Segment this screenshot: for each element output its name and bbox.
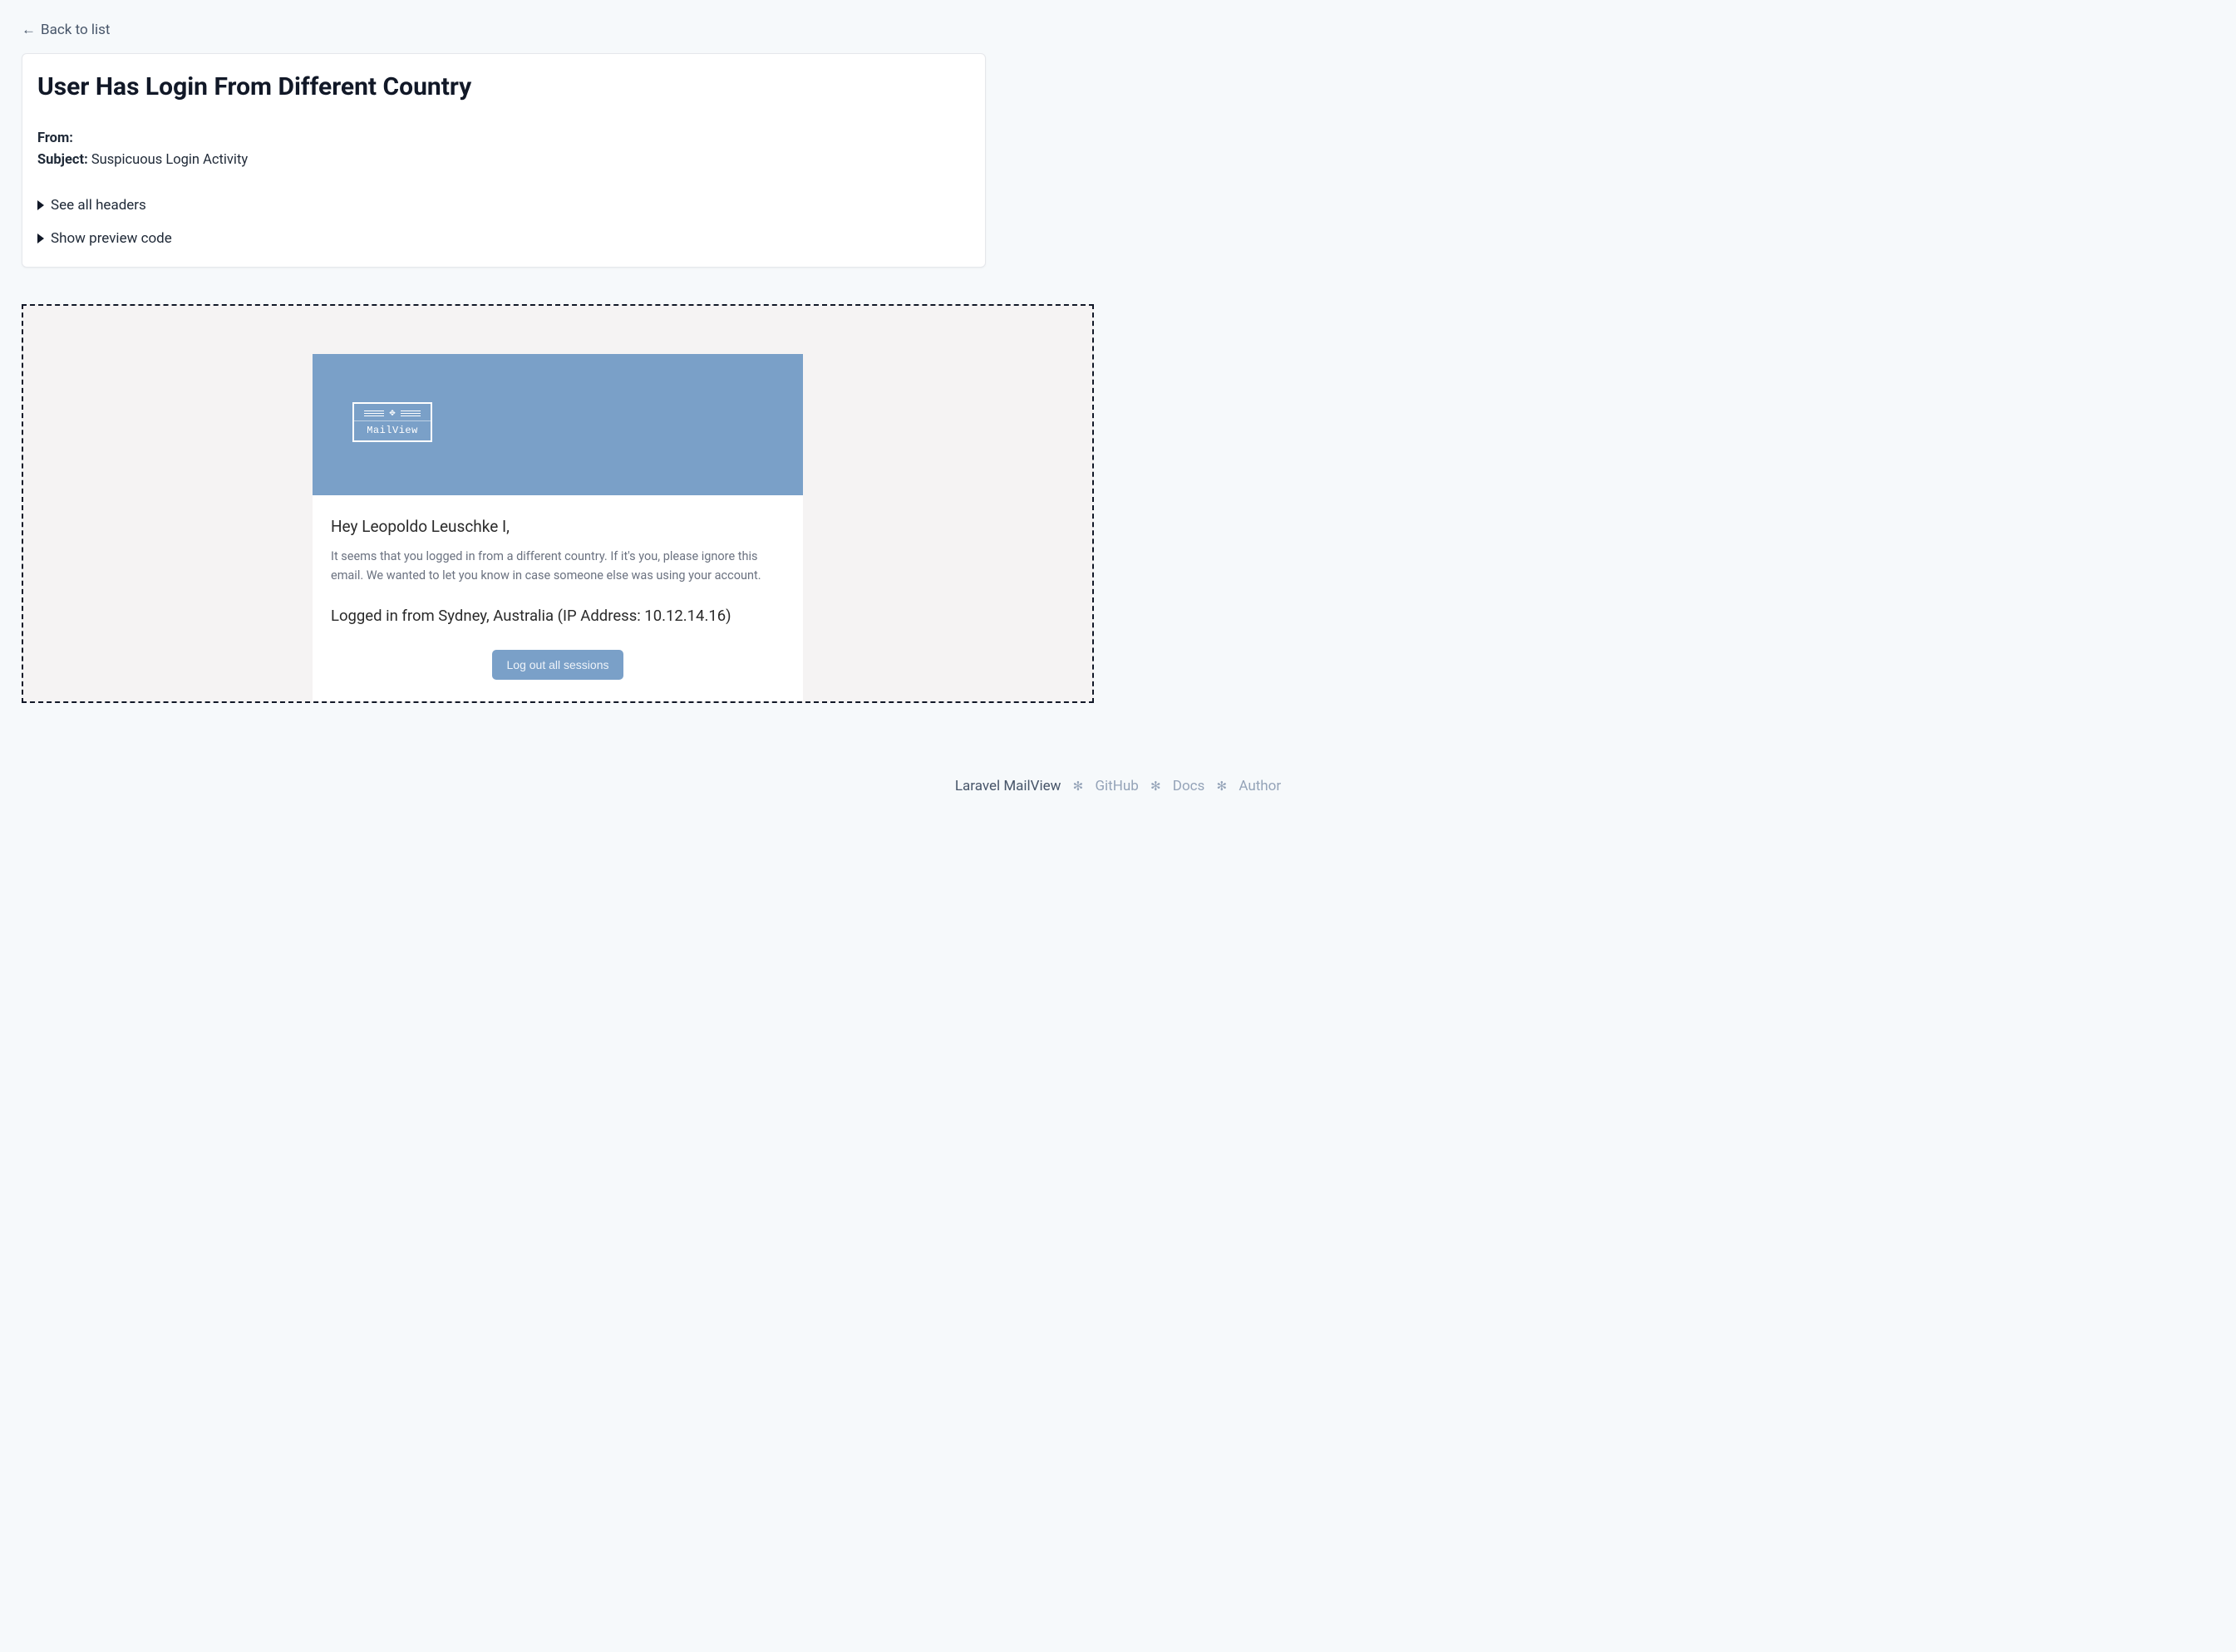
triangle-right-icon [37,234,44,243]
email-header: ✥ MailView [313,354,803,495]
separator-icon: ✻ [1073,779,1084,794]
see-all-headers-toggle[interactable]: See all headers [37,197,970,214]
subject-label: Subject: [37,152,88,168]
arrow-left-icon: ← [22,22,36,38]
email-preview-frame: ✥ MailView Hey Leopoldo Leuschke I, It s… [22,304,1094,703]
email-paragraph: It seems that you logged in from a diffe… [331,548,785,585]
logo-mark-icon: ✥ [389,408,395,418]
email-container: ✥ MailView Hey Leopoldo Leuschke I, It s… [313,354,803,703]
triangle-right-icon [37,200,44,210]
show-code-label: Show preview code [51,230,172,247]
footer-link-docs[interactable]: Docs [1173,778,1205,794]
see-headers-label: See all headers [51,197,146,214]
show-preview-code-toggle[interactable]: Show preview code [37,230,970,247]
separator-icon: ✻ [1217,779,1228,794]
footer-link-github[interactable]: GitHub [1095,778,1138,794]
mail-detail-card: User Has Login From Different Country Fr… [22,53,986,268]
footer-link-author[interactable]: Author [1239,778,1281,794]
logo-lines-left-icon [364,409,384,418]
email-login-info: Logged in from Sydney, Australia (IP Add… [331,607,785,625]
logo-text: MailView [354,420,431,436]
page-footer: Laravel MailView ✻ GitHub ✻ Docs ✻ Autho… [22,778,2214,811]
email-body: Hey Leopoldo Leuschke I, It seems that y… [313,495,803,703]
footer-brand: Laravel MailView [955,778,1061,794]
subject-value: Suspicuous Login Activity [91,152,248,168]
back-to-list-link[interactable]: ← Back to list [22,22,110,38]
email-greeting: Hey Leopoldo Leuschke I, [331,517,785,536]
back-label: Back to list [41,22,110,38]
separator-icon: ✻ [1150,779,1161,794]
logo-lines-right-icon [401,409,421,418]
from-label: From: [37,130,73,146]
mail-meta: From: Subject: Suspicuous Login Activity [37,128,970,170]
logo: ✥ MailView [352,402,432,442]
logout-all-sessions-button[interactable]: Log out all sessions [492,650,624,680]
page-title: User Has Login From Different Country [37,72,970,101]
